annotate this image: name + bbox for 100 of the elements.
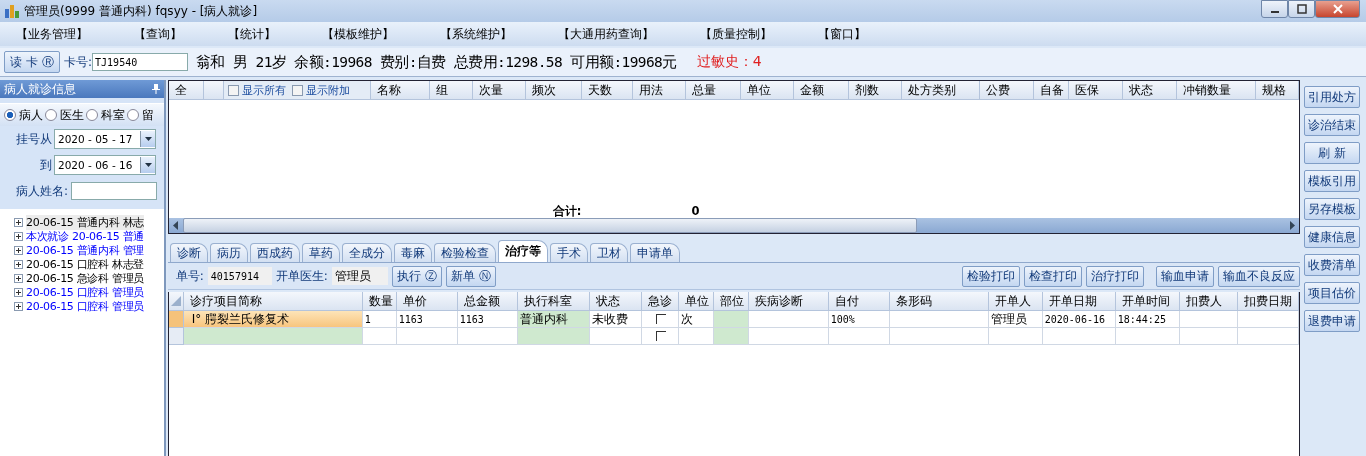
date-to-field[interactable]: 2020 - 06 - 16 bbox=[54, 155, 156, 175]
tab[interactable]: 毒麻 bbox=[393, 243, 432, 262]
radio-option[interactable]: 病人 bbox=[4, 106, 43, 124]
print-button[interactable]: 治疗打印 bbox=[1086, 265, 1145, 287]
tab[interactable]: 草药 bbox=[301, 243, 340, 262]
column-header[interactable]: 疾病诊断 bbox=[748, 292, 829, 311]
visit-item[interactable]: 20-06-15 口腔科 管理员 bbox=[26, 284, 145, 300]
visit-item[interactable]: 20-06-15 口腔科 林志登 bbox=[26, 256, 145, 272]
column-header[interactable]: 频次 bbox=[525, 81, 582, 100]
column-header[interactable]: 冲销数量 bbox=[1176, 81, 1256, 100]
column-header[interactable]: 金额 bbox=[793, 81, 849, 100]
column-header[interactable]: 急诊 bbox=[641, 292, 679, 311]
tab[interactable]: 手术 bbox=[549, 243, 588, 262]
urgent-checkbox-cell[interactable] bbox=[641, 328, 679, 345]
row-header[interactable] bbox=[168, 328, 184, 345]
column-header[interactable]: 用法 bbox=[632, 81, 686, 100]
visit-item[interactable]: 20-06-15 普通内科 林志 bbox=[26, 214, 145, 230]
column-header[interactable]: 总金额 bbox=[457, 292, 518, 311]
toolbar-button[interactable]: 新单 Ⓝ bbox=[445, 265, 496, 287]
column-header[interactable]: 自备 bbox=[1033, 81, 1069, 100]
expand-icon[interactable] bbox=[14, 273, 23, 283]
tab[interactable]: 西成药 bbox=[249, 243, 300, 262]
expand-icon[interactable] bbox=[14, 231, 23, 241]
maximize-button[interactable] bbox=[1288, 0, 1315, 18]
urgent-checkbox-cell[interactable] bbox=[641, 311, 679, 328]
expand-icon[interactable] bbox=[14, 259, 23, 269]
column-header[interactable]: 开单人 bbox=[988, 292, 1043, 311]
tab[interactable]: 诊断 bbox=[169, 243, 208, 262]
horizontal-scrollbar[interactable] bbox=[168, 218, 1300, 233]
card-number-field[interactable]: TJ19540 bbox=[92, 53, 189, 71]
expand-icon[interactable] bbox=[14, 287, 23, 297]
menu-item[interactable]: 【窗口】 bbox=[814, 25, 870, 43]
column-header[interactable]: 自付 bbox=[828, 292, 890, 311]
column-header[interactable]: 数量 bbox=[362, 292, 397, 311]
column-header[interactable]: 状态 bbox=[589, 292, 642, 311]
column-header[interactable]: 处方类别 bbox=[901, 81, 980, 100]
tab[interactable]: 治疗等 bbox=[497, 240, 548, 262]
column-header[interactable]: 状态 bbox=[1122, 81, 1177, 100]
side-button[interactable]: 另存模板 bbox=[1304, 198, 1361, 220]
column-header[interactable]: 公费 bbox=[979, 81, 1034, 100]
checkbox-option[interactable]: 显示所有 bbox=[227, 82, 286, 98]
column-header[interactable]: 开单日期 bbox=[1042, 292, 1116, 311]
menu-item[interactable]: 【大通用药查询】 bbox=[554, 25, 658, 43]
expand-icon[interactable] bbox=[14, 245, 23, 255]
column-header[interactable]: 单价 bbox=[396, 292, 458, 311]
radio-option[interactable]: 科室 bbox=[86, 106, 125, 124]
expand-icon[interactable] bbox=[14, 217, 23, 227]
patient-name-field[interactable] bbox=[71, 182, 157, 200]
column-header[interactable]: 组 bbox=[429, 81, 473, 100]
request-button[interactable]: 输血申请 bbox=[1156, 265, 1215, 287]
menu-item[interactable]: 【质量控制】 bbox=[696, 25, 776, 43]
column-header[interactable]: 开单时间 bbox=[1115, 292, 1180, 311]
column-header[interactable]: 名称 bbox=[370, 81, 430, 100]
menu-item[interactable]: 【模板维护】 bbox=[318, 25, 398, 43]
column-header[interactable]: 条形码 bbox=[889, 292, 989, 311]
column-header[interactable]: 扣费日期 bbox=[1237, 292, 1299, 311]
tab[interactable]: 卫材 bbox=[589, 243, 628, 262]
tab[interactable]: 病历 bbox=[209, 243, 248, 262]
column-header[interactable]: 天数 bbox=[581, 81, 633, 100]
date-from-field[interactable]: 2020 - 05 - 17 bbox=[54, 129, 156, 149]
column-header[interactable]: 剂数 bbox=[848, 81, 902, 100]
visit-item[interactable]: 20-06-15 急诊科 管理员 bbox=[26, 270, 145, 286]
row-header[interactable] bbox=[168, 311, 184, 328]
visit-item[interactable]: 20-06-15 普通内科 管理 bbox=[26, 242, 145, 258]
side-button[interactable]: 引用处方 bbox=[1304, 86, 1361, 108]
column-header[interactable]: 扣费人 bbox=[1179, 292, 1238, 311]
side-button[interactable]: 模板引用 bbox=[1304, 170, 1361, 192]
order-number-field[interactable]: 40157914 bbox=[207, 267, 272, 285]
menu-item[interactable]: 【查询】 bbox=[130, 25, 186, 43]
side-button[interactable]: 项目估价 bbox=[1304, 282, 1361, 304]
side-button[interactable]: 刷 新 bbox=[1304, 142, 1361, 164]
column-header[interactable]: 次量 bbox=[472, 81, 526, 100]
read-card-button[interactable]: 读 卡 Ⓡ bbox=[4, 51, 60, 73]
print-button[interactable]: 检验打印 bbox=[962, 265, 1021, 287]
column-header[interactable]: 医保 bbox=[1068, 81, 1123, 100]
column-header[interactable]: 总量 bbox=[685, 81, 741, 100]
side-button[interactable]: 收费清单 bbox=[1304, 254, 1361, 276]
minimize-button[interactable] bbox=[1261, 0, 1288, 18]
dropdown-icon[interactable] bbox=[144, 163, 152, 167]
side-button[interactable]: 退费申请 bbox=[1304, 310, 1361, 332]
column-header[interactable]: 单位 bbox=[678, 292, 714, 311]
column-header[interactable]: 单位 bbox=[740, 81, 794, 100]
side-button[interactable]: 诊治结束 bbox=[1304, 114, 1361, 136]
request-button[interactable]: 输血不良反应 bbox=[1218, 265, 1301, 287]
checkbox-option[interactable]: 显示附加 bbox=[291, 82, 350, 98]
column-header[interactable]: 规格 bbox=[1255, 81, 1299, 100]
radio-option[interactable]: 医生 bbox=[45, 106, 84, 124]
tab[interactable]: 全成分 bbox=[341, 243, 392, 262]
radio-option[interactable]: 留 bbox=[127, 106, 154, 124]
side-button[interactable]: 健康信息 bbox=[1304, 226, 1361, 248]
close-button[interactable] bbox=[1315, 0, 1360, 18]
tab[interactable]: 检验检查 bbox=[433, 243, 496, 262]
toolbar-button[interactable]: 执行 Ⓩ bbox=[391, 265, 442, 287]
visit-item[interactable]: 20-06-15 口腔科 管理员 bbox=[26, 298, 145, 314]
pin-icon[interactable] bbox=[151, 84, 160, 94]
tab[interactable]: 申请单 bbox=[629, 243, 680, 262]
expand-icon[interactable] bbox=[14, 301, 23, 311]
print-button[interactable]: 检查打印 bbox=[1024, 265, 1083, 287]
dropdown-icon[interactable] bbox=[144, 137, 152, 141]
menu-item[interactable]: 【业务管理】 bbox=[12, 25, 92, 43]
